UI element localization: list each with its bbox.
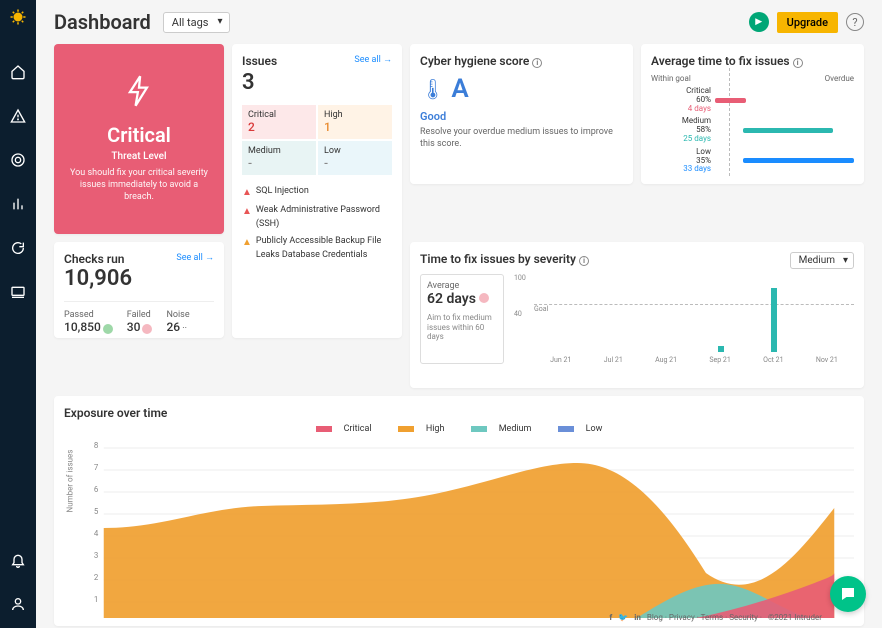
nav-refresh-icon[interactable] (8, 238, 28, 258)
ttf-title: Time to fix issues by severity (420, 252, 576, 266)
svg-text:2: 2 (94, 573, 99, 582)
nav-alert-icon[interactable] (8, 106, 28, 126)
info-icon[interactable]: i (532, 58, 542, 68)
info-icon[interactable]: i (579, 256, 589, 266)
footer: f 🐦 in Blog · Privacy · Terms · Security… (609, 613, 822, 622)
nav-account-icon[interactable] (8, 594, 28, 614)
hygiene-grade: A (451, 74, 468, 104)
nav-reports-icon[interactable] (8, 194, 28, 214)
issue-item[interactable]: ▲SQL Injection (242, 185, 392, 200)
issue-item[interactable]: ▲Weak Administrative Password (SSH) (242, 204, 392, 231)
tag-select[interactable]: All tags (163, 12, 230, 33)
nav-notifications-icon[interactable] (8, 550, 28, 570)
ttf-month-label: Nov 21 (816, 356, 838, 364)
footer-link[interactable]: Security (729, 613, 758, 622)
nav-home-icon[interactable] (8, 62, 28, 82)
sev-low[interactable]: Low- (318, 141, 392, 175)
svg-text:1: 1 (94, 595, 98, 604)
svg-text:8: 8 (94, 441, 99, 450)
ttf-month-label: Jun 21 (550, 356, 571, 364)
main-content: Dashboard All tags ▶ Upgrade ? Critical … (36, 0, 882, 628)
threat-desc: You should fix your critical severity is… (66, 168, 212, 203)
ttf-average-box: Average 62 days Aim to fix medium issues… (420, 274, 504, 364)
sidebar (0, 0, 36, 628)
avg-time-row: Low35%33 days (651, 148, 854, 174)
check-fail-icon (142, 324, 152, 334)
severity-triangle-icon: ▲ (242, 204, 252, 231)
upgrade-button[interactable]: Upgrade (777, 12, 838, 33)
threat-level: Critical (107, 123, 171, 147)
help-icon[interactable]: ? (846, 13, 864, 31)
thermometer-icon: 🌡 (420, 77, 445, 101)
twitter-icon[interactable]: 🐦 (618, 613, 628, 622)
footer-link[interactable]: Terms (701, 613, 723, 622)
ttf-month-label: Jul 21 (604, 356, 623, 364)
checks-see-all[interactable]: See all → (176, 252, 214, 263)
svg-text:7: 7 (94, 463, 99, 472)
hygiene-title: Cyber hygiene score (420, 54, 529, 68)
footer-link[interactable]: Blog (647, 613, 663, 622)
info-icon[interactable]: i (793, 58, 803, 68)
play-button[interactable]: ▶ (749, 12, 769, 32)
exposure-title: Exposure over time (64, 406, 854, 420)
checks-total: 10,906 (64, 266, 214, 291)
issues-count: 3 (242, 70, 392, 95)
svg-text:3: 3 (94, 551, 98, 560)
hygiene-card: Cyber hygiene scorei 🌡 A Good Resolve yo… (410, 44, 633, 184)
linkedin-icon[interactable]: in (634, 613, 641, 622)
threat-level-card: Critical Threat Level You should fix you… (54, 44, 224, 234)
svg-text:5: 5 (94, 507, 99, 516)
ttf-chart: Goal Jun 21Jul 21Aug 21Sep 21Oct 21Nov 2… (514, 274, 854, 364)
bolt-icon (124, 74, 154, 115)
issues-card: Issues See all → 3 Critical2 High1 Mediu… (232, 44, 402, 338)
nav-target-icon[interactable] (8, 150, 28, 170)
exposure-chart: Number of issues 87654321 (84, 438, 854, 618)
issue-list: ▲SQL Injection ▲Weak Administrative Passw… (242, 185, 392, 262)
severity-triangle-icon: ▲ (242, 235, 252, 262)
exposure-card: Exposure over time Critical High Medium … (54, 396, 864, 626)
ttf-month-label: Sep 21 (709, 356, 730, 364)
status-dot-icon (479, 293, 489, 303)
check-pass-icon (103, 324, 113, 334)
ttf-bar (718, 346, 724, 352)
page-title: Dashboard (54, 10, 151, 34)
severity-triangle-icon: ▲ (242, 185, 252, 200)
avg-title: Average time to fix issues (651, 54, 790, 68)
sev-high[interactable]: High1 (318, 105, 392, 139)
avg-time-card: Average time to fix issuesi Within goalO… (641, 44, 864, 184)
chat-bubble-button[interactable] (830, 576, 866, 612)
facebook-icon[interactable]: f (609, 613, 612, 622)
sev-medium[interactable]: Medium- (242, 141, 316, 175)
svg-text:6: 6 (94, 485, 99, 494)
footer-link[interactable]: Privacy (669, 613, 695, 622)
avg-time-row: Medium58%25 days (651, 117, 854, 143)
ttf-severity-select[interactable]: Medium (790, 252, 854, 269)
ttf-bar (771, 288, 777, 352)
issue-item[interactable]: ▲Publicly Accessible Backup File Leaks D… (242, 235, 392, 262)
header: Dashboard All tags ▶ Upgrade ? (54, 10, 864, 34)
ttf-month-label: Oct 21 (763, 356, 783, 364)
hygiene-desc: Resolve your overdue medium issues to im… (420, 127, 623, 150)
avg-time-row: Critical60%4 days (651, 87, 854, 113)
ttf-month-label: Aug 21 (655, 356, 677, 364)
exposure-legend: Critical High Medium Low (64, 424, 854, 434)
time-to-fix-card: Time to fix issues by severityi Medium A… (410, 242, 864, 388)
hygiene-status: Good (420, 110, 623, 123)
checks-card: Checks run See all → 10,906 Passed10,850… (54, 242, 224, 338)
app-logo (9, 8, 27, 30)
threat-subtitle: Threat Level (111, 151, 166, 162)
nav-assets-icon[interactable] (8, 282, 28, 302)
avg-rows: Critical60%4 days Medium58%25 days Low35%3… (651, 87, 854, 174)
sev-critical[interactable]: Critical2 (242, 105, 316, 139)
svg-text:4: 4 (94, 529, 99, 538)
issues-see-all[interactable]: See all → (354, 54, 392, 65)
